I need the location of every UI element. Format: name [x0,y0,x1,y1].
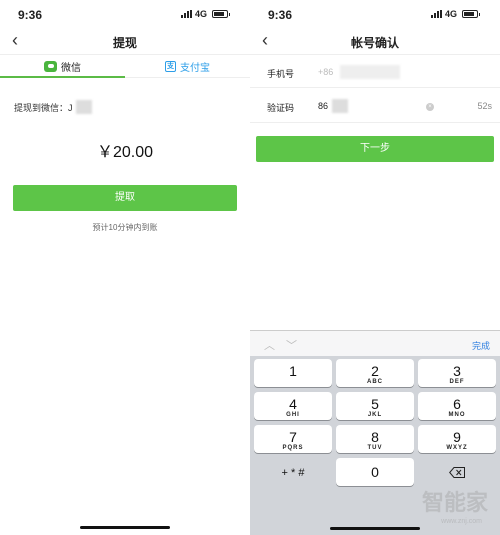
network-label: 4G [444,9,457,19]
nav-bar: ‹ 帐号确认 [250,28,500,54]
tab-label: 支付宝 [180,62,210,74]
redacted-name [75,100,92,114]
key-2[interactable]: 2 ABC [336,359,414,387]
next-button[interactable]: 下一步 [256,136,494,162]
key-3[interactable]: 3 DEF [418,359,496,387]
redacted-code [332,99,348,113]
key-symbols[interactable]: + * # [254,458,332,486]
chevron-down-icon[interactable]: ﹀ [286,337,297,353]
signal-icon [180,10,192,18]
key-1[interactable]: 1 [254,359,332,387]
phone-row[interactable]: 手机号 +86 [250,54,500,88]
status-indicators: 4G [430,9,480,19]
page-title: 帐号确认 [350,36,399,50]
phone-label: 手机号 [267,69,295,79]
key-8[interactable]: 8 TUV [336,425,414,453]
status-time: 9:36 [268,8,293,22]
done-button[interactable]: 完成 [472,339,490,352]
status-indicators: 4G [180,9,230,19]
payment-tabs: 微信 支 支付宝 [0,54,250,78]
withdraw-target: 提现到微信：J [14,100,92,114]
key-6[interactable]: 6 MNO [418,392,496,420]
withdraw-amount: ￥20.00 [96,144,154,161]
keyboard-toolbar: ︿ ﹀ 完成 [250,330,500,356]
tab-label: 微信 [61,62,81,74]
nav-bar: ‹ 提现 [0,28,250,54]
watermark-logo: 智能家 [421,490,488,515]
watermark-url: www.znj.com [441,518,482,525]
key-9[interactable]: 9 WXYZ [418,425,496,453]
status-time: 9:36 [18,8,43,22]
network-label: 4G [194,9,207,19]
phone-input[interactable]: +86 [318,67,333,77]
withdraw-target-label: 提现到微信：J [14,102,73,113]
key-5[interactable]: 5 JKL [336,392,414,420]
alipay-icon: 支 [165,60,176,72]
battery-icon [462,10,480,18]
redacted-phone [340,65,400,79]
page-title: 提现 [112,36,137,50]
key-7[interactable]: 7 PQRS [254,425,332,453]
account-confirm-screen: 9:36 4G ‹ 帐号确认 手机号 +86 验证码 86 × 52s 下一步 … [250,0,500,535]
resend-countdown[interactable]: 52s [477,101,492,111]
wechat-icon [44,60,57,72]
delete-key[interactable] [418,458,496,486]
signal-icon [430,10,442,18]
home-indicator [80,526,170,529]
withdraw-button[interactable]: 提取 [13,185,237,211]
status-bar: 9:36 4G [250,0,500,28]
chevron-up-icon[interactable]: ︿ [264,337,275,353]
home-indicator [330,527,420,530]
clear-icon[interactable]: × [426,103,434,111]
battery-icon [212,10,230,18]
tab-wechat[interactable]: 微信 [0,55,125,78]
code-row[interactable]: 验证码 86 × 52s [250,89,500,123]
key-4[interactable]: 4 GHI [254,392,332,420]
backspace-icon [449,467,465,478]
withdraw-screen: 9:36 4G ‹ 提现 微信 支 支付宝 提现到微信：J ￥20.00 提取 … [0,0,250,535]
tab-alipay[interactable]: 支 支付宝 [125,55,250,77]
code-input[interactable]: 86 [318,101,328,111]
numeric-keyboard: ︿ ﹀ 完成 1 2 ABC 3 DEF 4 GHI 5 JKL 6 MNO 7 PQRS … [250,330,500,535]
status-bar: 9:36 4G [0,0,250,28]
key-0[interactable]: 0 [336,458,414,486]
code-label: 验证码 [267,103,295,113]
arrival-hint: 预计10分钟内到账 [92,223,158,232]
